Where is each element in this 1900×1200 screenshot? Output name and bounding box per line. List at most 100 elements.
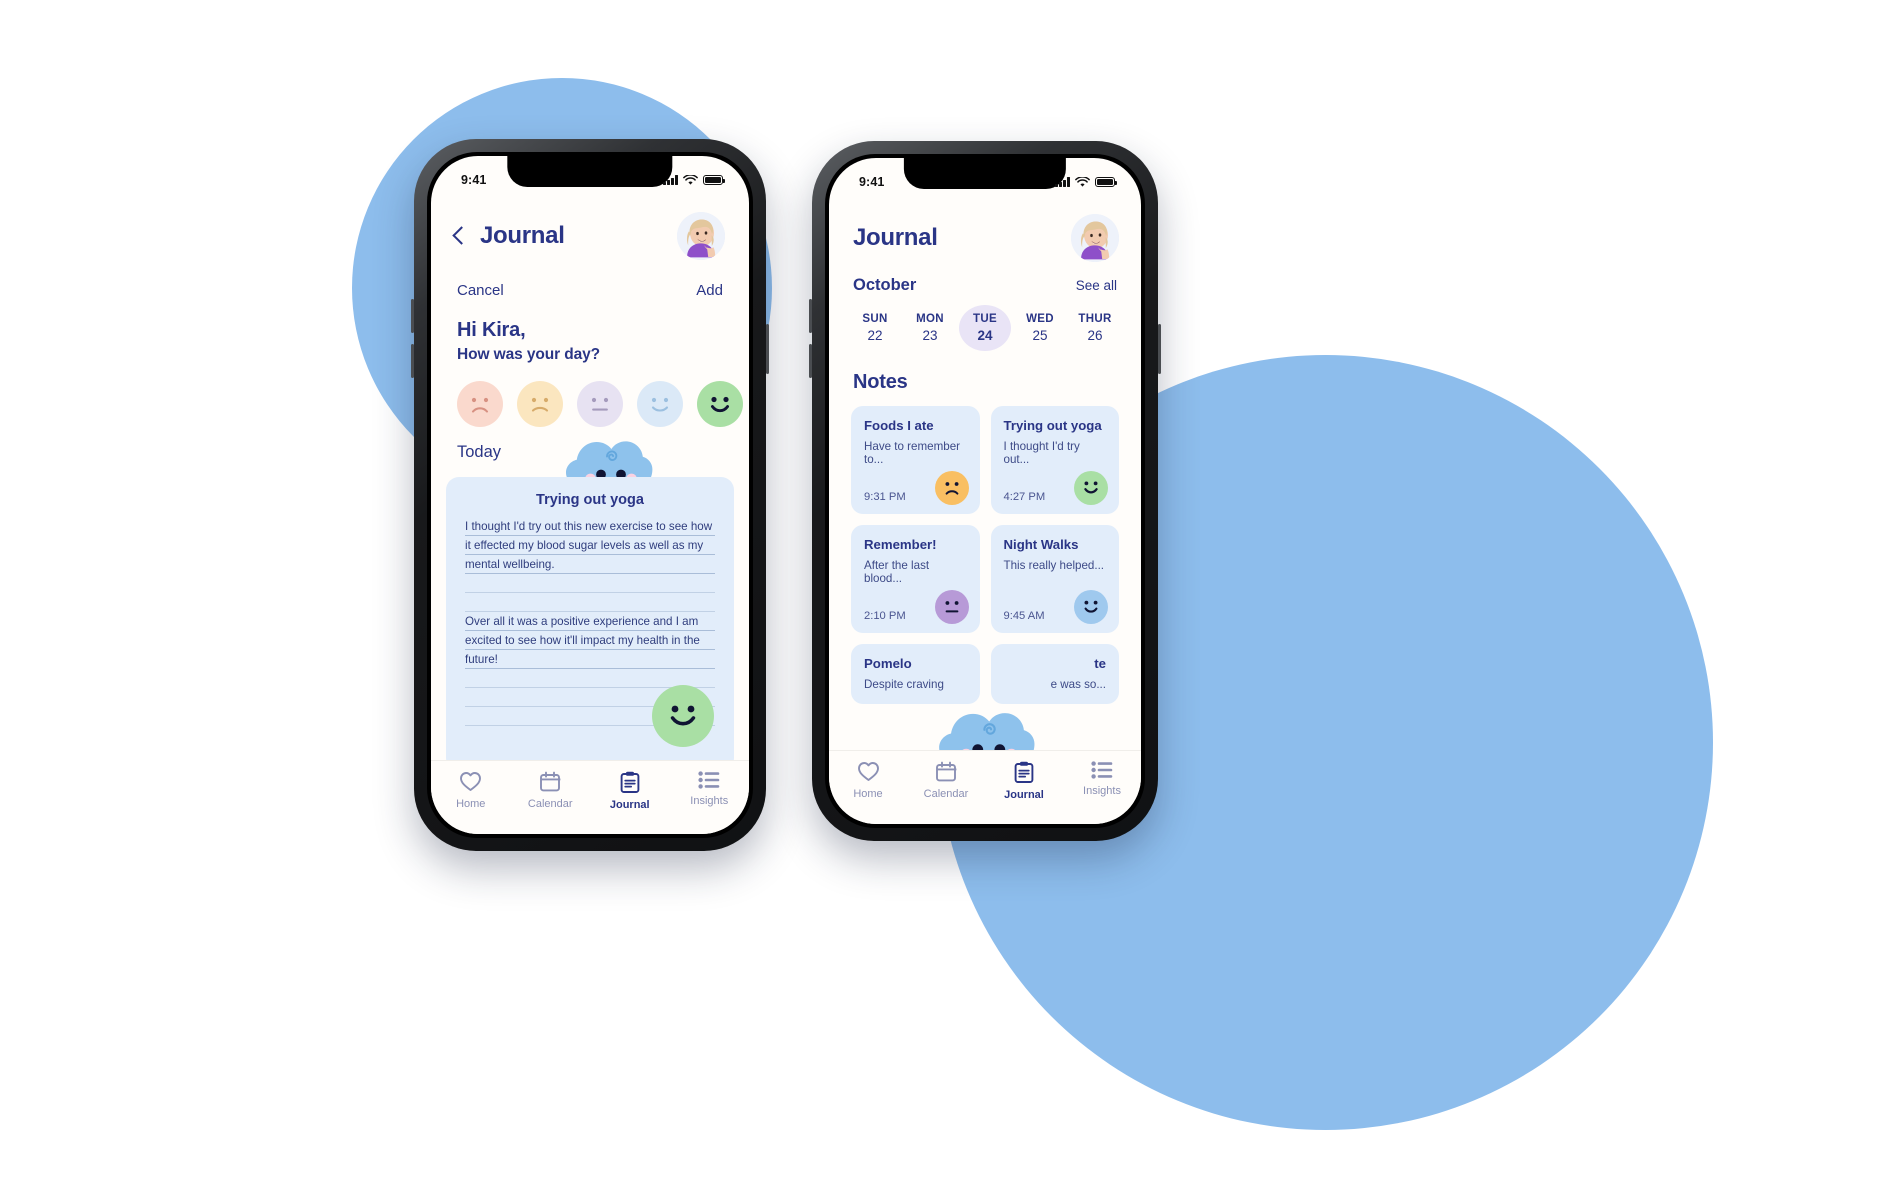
tab-home[interactable]: Home [431, 771, 511, 810]
note-card[interactable]: Night Walks This really helped... 9:45 A… [990, 525, 1119, 633]
tab-label: Insights [1083, 785, 1121, 797]
see-all-button[interactable]: See all [1076, 278, 1117, 293]
day-name: TUE [973, 313, 997, 325]
page-title: Journal [480, 222, 565, 249]
mood-neutral[interactable] [577, 381, 623, 427]
mood-sad[interactable] [517, 381, 563, 427]
phone-b-volume-down[interactable] [809, 344, 812, 378]
phone-b-status-bar: 9:41 [829, 158, 1141, 198]
note-preview: After the last blood... [864, 559, 930, 585]
day-cell-tue-selected[interactable]: TUE 24 [959, 305, 1011, 351]
phone-a-volume-down[interactable] [411, 344, 414, 378]
tab-label: Insights [690, 795, 729, 807]
note-card-partial[interactable]: Pomelo Despite craving [851, 644, 980, 704]
page-title: Journal [853, 224, 938, 251]
phone-b-bezel: 9:41 Journal October See all SUN 22 MON … [825, 154, 1145, 828]
add-button[interactable]: Add [696, 282, 723, 299]
phone-b-power[interactable] [1158, 324, 1161, 374]
list-icon [698, 771, 720, 789]
phone-a-screen: 9:41 Journal Cancel Add Hi Kira, How was… [431, 156, 749, 834]
tab-insights[interactable]: Insights [670, 771, 750, 807]
entry-text-line: excited to see how it'll impact my healt… [465, 634, 700, 647]
tab-calendar[interactable]: Calendar [907, 761, 985, 800]
entry-line [465, 650, 715, 669]
day-number: 23 [922, 328, 938, 343]
clipboard-icon [620, 771, 640, 793]
note-title: Pomelo [864, 656, 912, 671]
entry-text-line: future! [465, 653, 498, 666]
note-card[interactable]: Foods I ate Have to remember to... 9:31 … [851, 406, 980, 514]
phone-a-tab-bar: Home Calendar Journal Insights [431, 760, 749, 834]
phone-a-status-bar: 9:41 [431, 156, 749, 196]
avatar[interactable] [1071, 214, 1119, 262]
avatar[interactable] [677, 212, 725, 260]
tab-journal[interactable]: Journal [985, 761, 1063, 801]
note-card-partial[interactable]: te e was so... [990, 644, 1119, 704]
tab-calendar[interactable]: Calendar [511, 771, 591, 810]
day-cell-sun[interactable]: SUN 22 [849, 305, 901, 351]
tab-insights[interactable]: Insights [1063, 761, 1141, 797]
clipboard-icon [1014, 761, 1034, 783]
chevron-left-icon[interactable] [452, 226, 471, 245]
note-preview: Despite craving [864, 678, 944, 691]
note-time: 9:45 AM [1003, 610, 1045, 622]
day-cell-wed[interactable]: WED 25 [1014, 305, 1066, 351]
mood-good[interactable] [637, 381, 683, 427]
mood-selector [431, 364, 749, 427]
phone-mockup-right: 9:41 Journal October See all SUN 22 MON … [809, 141, 1161, 841]
phone-a-action-row: Cancel Add [431, 260, 749, 299]
entry-mood-face[interactable] [652, 685, 714, 747]
note-preview: e was so... [1050, 678, 1106, 691]
greeting-question: How was your day? [457, 346, 600, 363]
phone-a-volume-up[interactable] [411, 299, 414, 333]
today-label: Today [457, 443, 502, 461]
battery-full-icon [1095, 177, 1118, 187]
day-cell-thur[interactable]: THUR 26 [1069, 305, 1121, 351]
entry-line [465, 574, 715, 593]
note-title: Trying out yoga [1003, 418, 1102, 433]
note-title: Night Walks [1003, 537, 1079, 552]
tab-label: Journal [609, 799, 650, 811]
month-label: October [853, 276, 917, 294]
tab-label: Home [853, 788, 883, 800]
notes-heading: Notes [853, 371, 908, 393]
day-cell-mon[interactable]: MON 23 [904, 305, 956, 351]
wifi-icon [1075, 176, 1090, 187]
note-time: 2:10 PM [864, 610, 906, 622]
note-title: Foods I ate [864, 418, 934, 433]
note-mood-face [1074, 471, 1108, 505]
tab-home[interactable]: Home [829, 761, 907, 800]
status-time: 9:41 [461, 173, 487, 187]
tab-journal[interactable]: Journal [590, 771, 670, 811]
calendar-icon [540, 771, 561, 792]
week-strip: SUN 22 MON 23 TUE 24 WED 25 THUR 26 [829, 295, 1141, 351]
phone-a-header: Journal [431, 196, 749, 260]
note-preview: I thought I'd try out... [1003, 440, 1080, 466]
entry-line [465, 593, 715, 612]
notes-grid-partial: Pomelo Despite craving te e was so... [829, 633, 1141, 704]
list-icon [1091, 761, 1113, 779]
note-card[interactable]: Trying out yoga I thought I'd try out...… [990, 406, 1119, 514]
mood-very-sad[interactable] [457, 381, 503, 427]
phone-a-bezel: 9:41 Journal Cancel Add Hi Kira, How was… [427, 152, 753, 838]
status-time: 9:41 [859, 175, 885, 189]
note-card[interactable]: Remember! After the last blood... 2:10 P… [851, 525, 980, 633]
phone-a-power[interactable] [766, 324, 769, 374]
phone-b-volume-up[interactable] [809, 299, 812, 333]
tab-label: Calendar [923, 788, 969, 800]
entry-text-line: mental wellbeing. [465, 558, 555, 571]
day-name: SUN [862, 313, 888, 325]
phone-b-tab-bar: Home Calendar Journal Insights [829, 750, 1141, 824]
phone-b-screen: 9:41 Journal October See all SUN 22 MON … [829, 158, 1141, 824]
battery-full-icon [703, 175, 726, 185]
heart-icon [857, 762, 879, 781]
journal-entry-card[interactable]: Trying out yoga I thought I'd try out th… [446, 477, 734, 771]
note-preview: Have to remember to... [864, 440, 961, 466]
day-number: 26 [1087, 328, 1103, 343]
screenshot-stage: 9:41 Journal Cancel Add Hi Kira, How was… [0, 0, 1900, 1200]
note-mood-face [1074, 590, 1108, 624]
mood-great[interactable] [697, 381, 743, 427]
wifi-icon [683, 174, 698, 185]
cancel-button[interactable]: Cancel [457, 282, 504, 299]
note-mood-face [934, 590, 969, 624]
